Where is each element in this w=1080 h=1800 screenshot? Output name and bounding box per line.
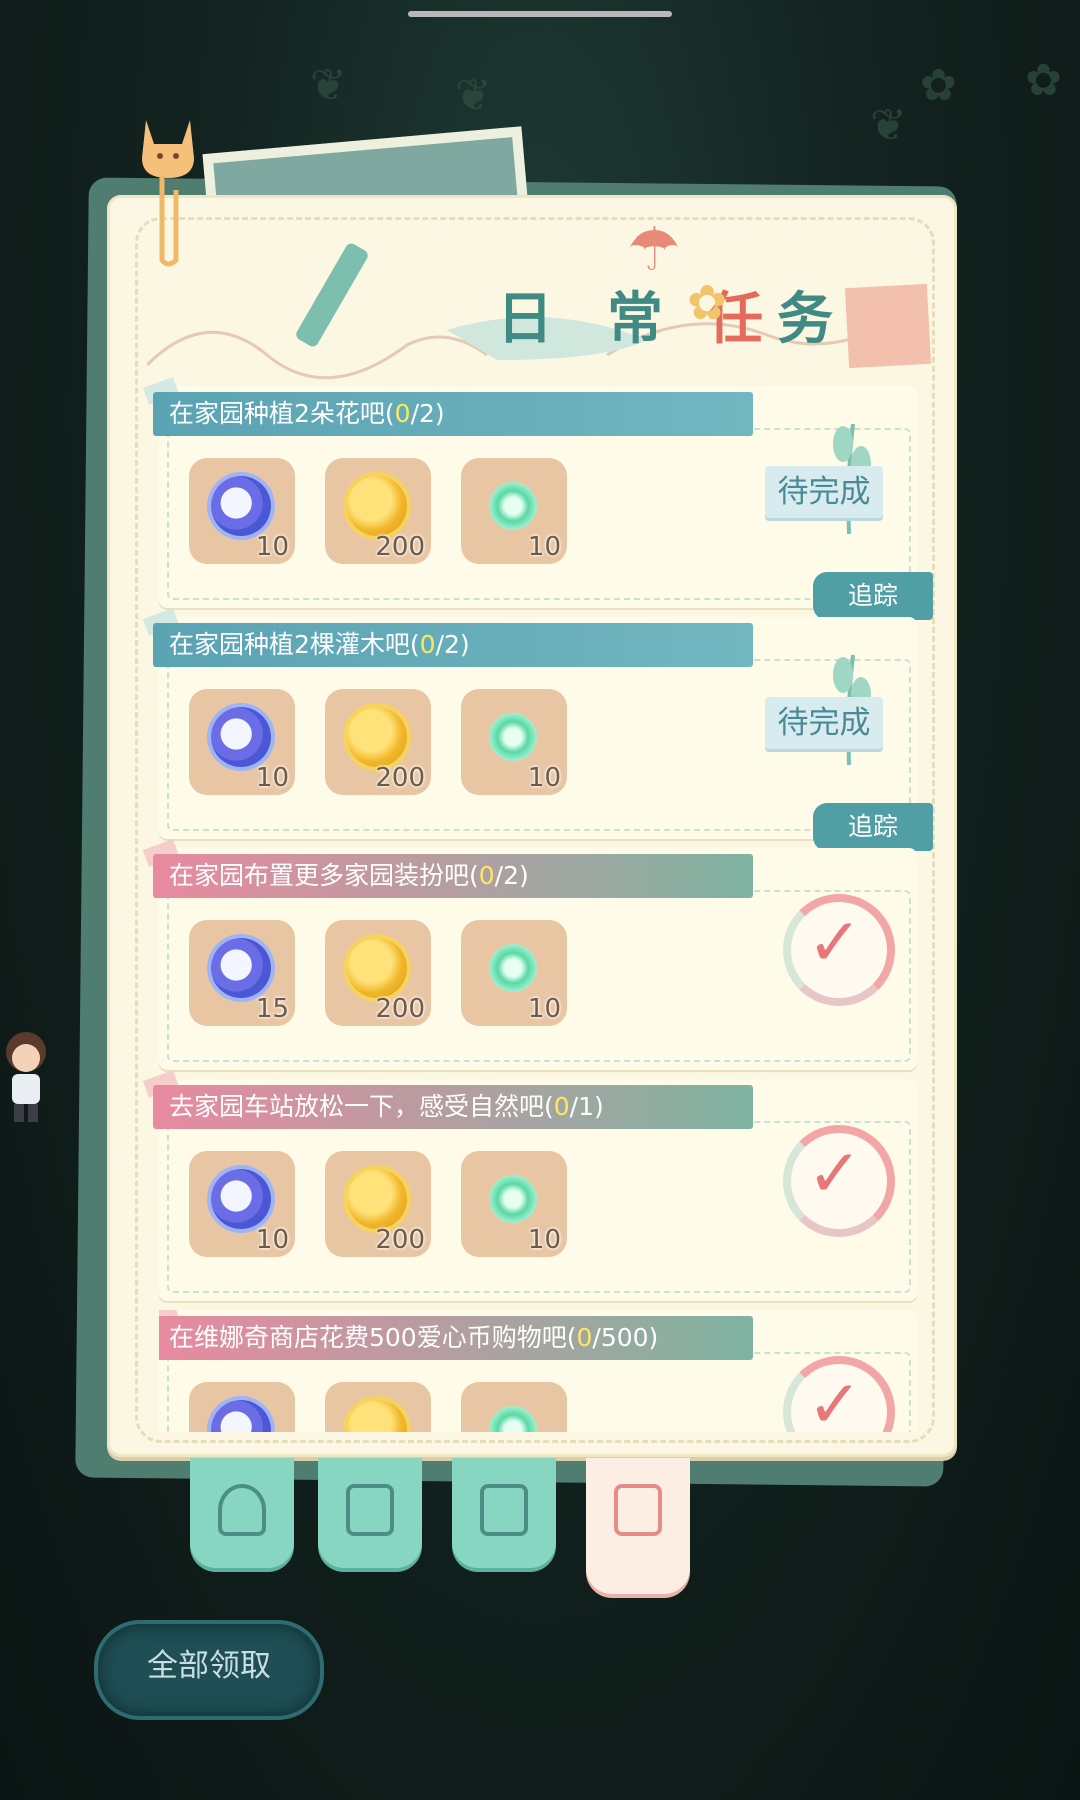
status-pending: 待完成 [765, 697, 883, 749]
reward-amount: 200 [375, 532, 425, 562]
task-card: 去家园车站放松一下，感受自然吧(0/1) 10 200 10 ✓ [142, 1070, 917, 1301]
reward-gem[interactable] [461, 1382, 567, 1432]
reward-coin[interactable] [325, 1382, 431, 1432]
heart-coin-icon [347, 938, 407, 998]
reward-amount: 200 [375, 763, 425, 793]
moon-gem-icon [211, 938, 271, 998]
task-progress-done: 0 [553, 1092, 570, 1121]
leaf-decoration: ❦ [310, 60, 347, 111]
reward-moon[interactable]: 10 [189, 1151, 295, 1257]
complete-check-icon[interactable]: ✓ [783, 894, 895, 1006]
reward-gem[interactable]: 10 [461, 458, 567, 564]
reward-gem[interactable]: 10 [461, 920, 567, 1026]
reward-coin[interactable]: 200 [325, 689, 431, 795]
reward-amount: 10 [527, 532, 561, 562]
complete-check-icon[interactable]: ✓ [783, 1125, 895, 1237]
moon-gem-icon [211, 1400, 271, 1432]
reward-amount: 10 [255, 1225, 289, 1255]
title-char: 务 [777, 286, 833, 352]
green-gem-icon [479, 703, 547, 771]
cat-paperclip-icon [136, 110, 200, 270]
task-progress-done: 0 [394, 399, 411, 428]
green-gem-icon [479, 472, 547, 540]
reward-amount: 10 [527, 763, 561, 793]
title-char: 常 [607, 286, 663, 352]
task-progress-done: 0 [478, 861, 495, 890]
reward-amount: 15 [255, 994, 289, 1024]
moon-gem-icon [211, 707, 271, 767]
moon-gem-icon [211, 1169, 271, 1229]
reward-moon[interactable]: 10 [189, 458, 295, 564]
reward-moon[interactable] [189, 1382, 295, 1432]
gear-wrench-icon [346, 1484, 394, 1536]
task-card: 在家园种植2朵花吧(0/2) 10 200 10 待完成 追踪 [142, 377, 933, 620]
task-title: 在维娜奇商店花费500爱心币购物吧(0/500) [159, 1316, 753, 1360]
task-progress-done: 0 [576, 1323, 593, 1352]
tab-wind[interactable] [190, 1458, 294, 1568]
reward-amount: 10 [527, 994, 561, 1024]
reward-amount: 200 [375, 1225, 425, 1255]
reward-amount: 200 [375, 994, 425, 1024]
task-progress-done: 0 [419, 630, 436, 659]
reward-gem[interactable]: 10 [461, 689, 567, 795]
tab-workshop[interactable] [318, 1458, 422, 1568]
task-card: 在家园布置更多家园装扮吧(0/2) 15 200 10 ✓ [142, 839, 917, 1070]
wind-icon [218, 1484, 266, 1536]
flower-decoration: ✿ [920, 60, 957, 111]
reward-amount: 10 [255, 763, 289, 793]
task-note-icon [614, 1484, 662, 1536]
leaf-decoration: ❦ [455, 70, 492, 121]
tab-tasks[interactable] [586, 1458, 690, 1594]
reward-coin[interactable]: 200 [325, 458, 431, 564]
reward-amount: 10 [255, 532, 289, 562]
reward-moon[interactable]: 10 [189, 689, 295, 795]
tab-pet[interactable] [452, 1458, 556, 1568]
task-card: 在家园种植2棵灌木吧(0/2) 10 200 10 待完成 追踪 [142, 608, 933, 851]
panel-title: 日 常 任 务 [407, 260, 932, 370]
leaf-decoration: ❦ [870, 100, 907, 151]
heart-coin-icon [347, 707, 407, 767]
heart-coin-icon [347, 1400, 407, 1432]
track-button[interactable]: 追踪 [813, 572, 933, 620]
home-indicator [408, 11, 672, 17]
task-title: 在家园种植2朵花吧(0/2) [153, 392, 753, 436]
task-card: 在维娜奇商店花费500爱心币购物吧(0/500) ✓ [159, 1310, 917, 1432]
title-char: 日 [497, 286, 553, 352]
paw-card-icon [480, 1484, 528, 1536]
reward-coin[interactable]: 200 [325, 920, 431, 1026]
moon-gem-icon [211, 476, 271, 536]
reward-coin[interactable]: 200 [325, 1151, 431, 1257]
status-pending: 待完成 [765, 466, 883, 518]
reward-amount: 10 [527, 1225, 561, 1255]
task-title: 在家园布置更多家园装扮吧(0/2) [153, 854, 753, 898]
reward-gem[interactable]: 10 [461, 1151, 567, 1257]
heart-coin-icon [347, 476, 407, 536]
green-gem-icon [479, 1396, 547, 1432]
title-highlight [844, 283, 932, 369]
green-gem-icon [479, 1165, 547, 1233]
track-button[interactable]: 追踪 [813, 803, 933, 851]
task-title: 在家园种植2棵灌木吧(0/2) [153, 623, 753, 667]
flower-decoration: ✿ [1025, 55, 1062, 106]
task-title: 去家园车站放松一下，感受自然吧(0/1) [153, 1085, 753, 1129]
green-gem-icon [479, 934, 547, 1002]
flower-icon: ✿ [687, 275, 728, 331]
umbrella-icon: ☂ [627, 215, 681, 285]
claim-all-button[interactable]: 全部领取 [94, 1620, 324, 1720]
task-card-clip: 在维娜奇商店花费500爱心币购物吧(0/500) ✓ [159, 1310, 917, 1432]
heart-coin-icon [347, 1169, 407, 1229]
player-avatar [0, 1030, 50, 1130]
reward-moon[interactable]: 15 [189, 920, 295, 1026]
